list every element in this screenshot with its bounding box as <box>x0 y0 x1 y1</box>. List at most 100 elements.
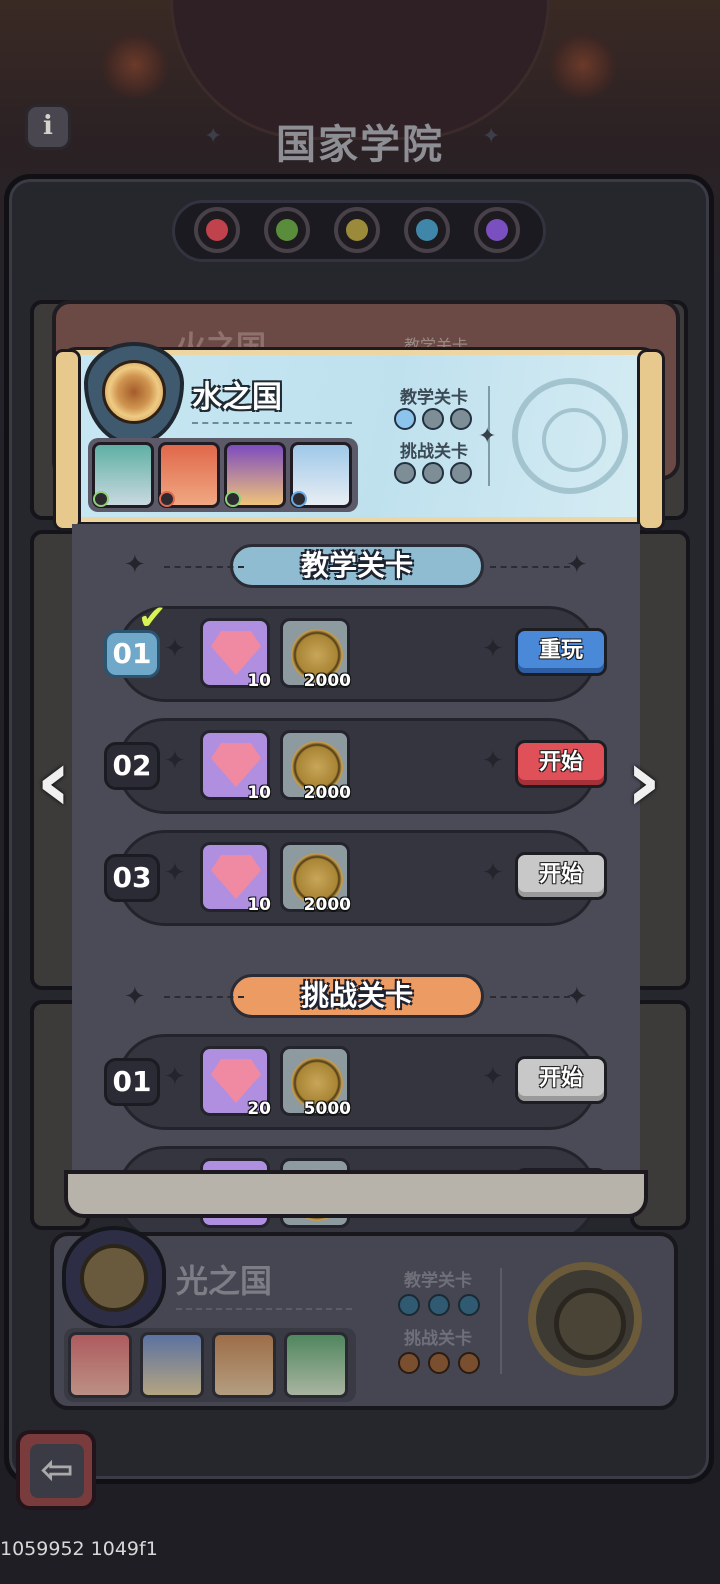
divider <box>164 566 244 568</box>
divider <box>164 996 244 998</box>
sparkle-icon: ✦ <box>566 550 588 580</box>
light-nation-emblem <box>62 1226 166 1330</box>
element-icon <box>291 491 307 507</box>
progress-dot <box>458 1294 480 1316</box>
crown-badge-icon <box>512 378 628 494</box>
gem-icon <box>211 855 261 899</box>
sparkle-icon: ✦ <box>124 982 146 1012</box>
hero-portrait[interactable] <box>224 442 286 508</box>
challenge-progress-label: 挑战关卡 <box>404 1329 472 1349</box>
academy-screen: i 国家学院 ✦ ✦ 火之国 教学关卡 水之国 教学关卡 挑战关卡 ✦ 教学关卡… <box>0 0 720 1584</box>
progress-dot <box>398 1294 420 1316</box>
reward-quantity: 2000 <box>303 671 351 691</box>
sparkle-icon: ✦ <box>164 858 186 888</box>
teach-progress-label: 教学关卡 <box>404 1271 472 1291</box>
reward-quantity: 10 <box>247 783 271 803</box>
sparkle-icon: ✦ <box>164 634 186 664</box>
water-nation-icon <box>416 219 438 241</box>
sparkle-icon: ✦ <box>164 746 186 776</box>
replay-button[interactable]: 重玩 <box>515 628 607 676</box>
teach-progress-label: 教学关卡 <box>400 388 468 408</box>
divider <box>490 996 570 998</box>
hero-portrait[interactable] <box>284 1332 348 1398</box>
element-icon <box>93 491 109 507</box>
back-arrow-icon: ⇦ <box>30 1444 84 1498</box>
stage-number: 02 <box>104 742 160 790</box>
tab-fire-nation[interactable] <box>194 207 240 253</box>
sparkle-icon: ✦ <box>482 124 501 149</box>
gem-reward[interactable]: 10 <box>200 730 271 803</box>
coin-reward[interactable]: 2000 <box>280 730 351 803</box>
panel-bottom-edge <box>64 1170 648 1218</box>
progress-dot <box>428 1294 450 1316</box>
progress-dot <box>398 1352 420 1374</box>
tab-grass-nation[interactable] <box>264 207 310 253</box>
progress-dot-empty <box>450 408 472 430</box>
light-nation-name: 光之国 <box>176 1262 273 1300</box>
sparkle-icon: ✦ <box>124 550 146 580</box>
sun-ring-icon <box>80 1244 148 1312</box>
progress-dot-empty <box>422 408 444 430</box>
sparkle-icon: ✦ <box>164 1062 186 1092</box>
lamp-right <box>548 30 618 100</box>
sparkle-icon: ✦ <box>482 634 504 664</box>
gem-icon <box>211 1059 261 1103</box>
hero-portrait[interactable] <box>158 442 220 508</box>
gem-reward[interactable]: 10 <box>200 618 271 691</box>
divider <box>192 422 352 424</box>
start-button[interactable]: 开始 <box>515 740 607 788</box>
shadow-nation-icon <box>486 219 508 241</box>
page-title: 国家学院 <box>276 122 444 168</box>
progress-dot-empty <box>394 462 416 484</box>
sparkle-icon: ✦ <box>482 1062 504 1092</box>
grass-nation-icon <box>276 219 298 241</box>
back-button[interactable]: ⇦ <box>16 1430 96 1510</box>
coin-reward[interactable]: 5000 <box>280 1046 351 1119</box>
gem-reward[interactable]: 20 <box>200 1046 271 1119</box>
sparkle-icon: ✦ <box>482 746 504 776</box>
hero-portrait[interactable] <box>68 1332 132 1398</box>
reward-quantity: 2000 <box>303 783 351 803</box>
tab-shadow-nation[interactable] <box>474 207 520 253</box>
hero-portrait[interactable] <box>212 1332 276 1398</box>
progress-dot-empty <box>422 462 444 484</box>
fire-nation-icon <box>206 219 228 241</box>
progress-dot <box>458 1352 480 1374</box>
gem-icon <box>211 631 261 675</box>
stage-number: 03 <box>104 854 160 902</box>
checkmark-icon: ✔ <box>138 598 167 638</box>
divider <box>490 566 570 568</box>
coin-reward[interactable]: 2000 <box>280 842 351 915</box>
crown-badge-icon <box>528 1262 642 1376</box>
progress-dot <box>428 1352 450 1374</box>
start-button[interactable]: 开始 <box>515 1056 607 1104</box>
teach-section-header: 教学关卡 <box>230 544 484 588</box>
element-icon <box>225 491 241 507</box>
lamp-left <box>100 30 170 100</box>
reward-quantity: 20 <box>247 1099 271 1119</box>
sparkle-icon: ✦ <box>204 124 223 149</box>
water-nation-name: 水之国 <box>192 380 282 415</box>
divider <box>176 1308 352 1310</box>
progress-dot-filled <box>394 408 416 430</box>
element-icon <box>159 491 175 507</box>
gem-reward[interactable]: 10 <box>200 842 271 915</box>
hero-portrait[interactable] <box>140 1332 204 1398</box>
stage-number: 01 <box>104 1058 160 1106</box>
sparkle-icon: ✦ <box>566 982 588 1012</box>
progress-dot-empty <box>450 462 472 484</box>
prev-nation-arrow[interactable]: ‹ <box>36 736 86 828</box>
hero-portrait[interactable] <box>290 442 352 508</box>
divider <box>500 1268 502 1374</box>
coin-reward[interactable]: 2000 <box>280 618 351 691</box>
start-button[interactable]: 开始 <box>515 852 607 900</box>
tab-water-nation[interactable] <box>404 207 450 253</box>
next-nation-arrow[interactable]: › <box>626 736 676 828</box>
reward-quantity: 10 <box>247 671 271 691</box>
sparkle-icon: ✦ <box>478 424 497 449</box>
challenge-section-header: 挑战关卡 <box>230 974 484 1018</box>
build-info: 1059952 1049f1 <box>0 1538 158 1560</box>
tab-earth-nation[interactable] <box>334 207 380 253</box>
hero-portrait[interactable] <box>92 442 154 508</box>
reward-quantity: 2000 <box>303 895 351 915</box>
